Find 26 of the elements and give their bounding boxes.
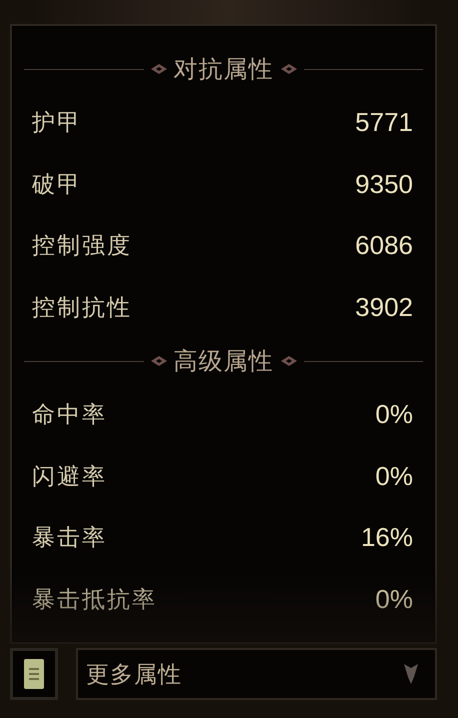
attribute-label: 闪避率 [32, 462, 107, 492]
ornament-icon [150, 63, 168, 75]
attribute-label: 命中率 [32, 401, 107, 430]
attribute-value: 16% [360, 522, 413, 554]
attribute-value: 0% [375, 399, 413, 430]
attribute-value: 5771 [355, 107, 413, 138]
attribute-label: 控制抗性 [32, 294, 132, 323]
attribute-label: 控制强度 [32, 232, 132, 262]
scroll-button[interactable] [10, 648, 58, 700]
scroll-icon [22, 657, 46, 691]
section-title: 高级属性 [174, 346, 274, 377]
more-attributes-dropdown[interactable]: 更多属性 [76, 648, 437, 700]
attribute-label: 护甲 [32, 109, 82, 138]
ornament-icon [150, 355, 168, 367]
ornament-icon [280, 355, 298, 367]
attribute-value: 0% [375, 584, 413, 615]
section-title: 对抗属性 [174, 54, 274, 85]
attribute-label: 暴击抵抗率 [32, 586, 157, 615]
attribute-label: 暴击率 [32, 524, 107, 554]
ornament-icon [280, 63, 298, 75]
attribute-value: 9350 [355, 168, 413, 200]
attribute-value: 6086 [355, 230, 413, 262]
attribute-value: 3902 [355, 292, 413, 323]
caret-icon [403, 663, 419, 685]
attribute-label: 破甲 [32, 170, 82, 200]
attribute-value: 0% [375, 460, 413, 492]
